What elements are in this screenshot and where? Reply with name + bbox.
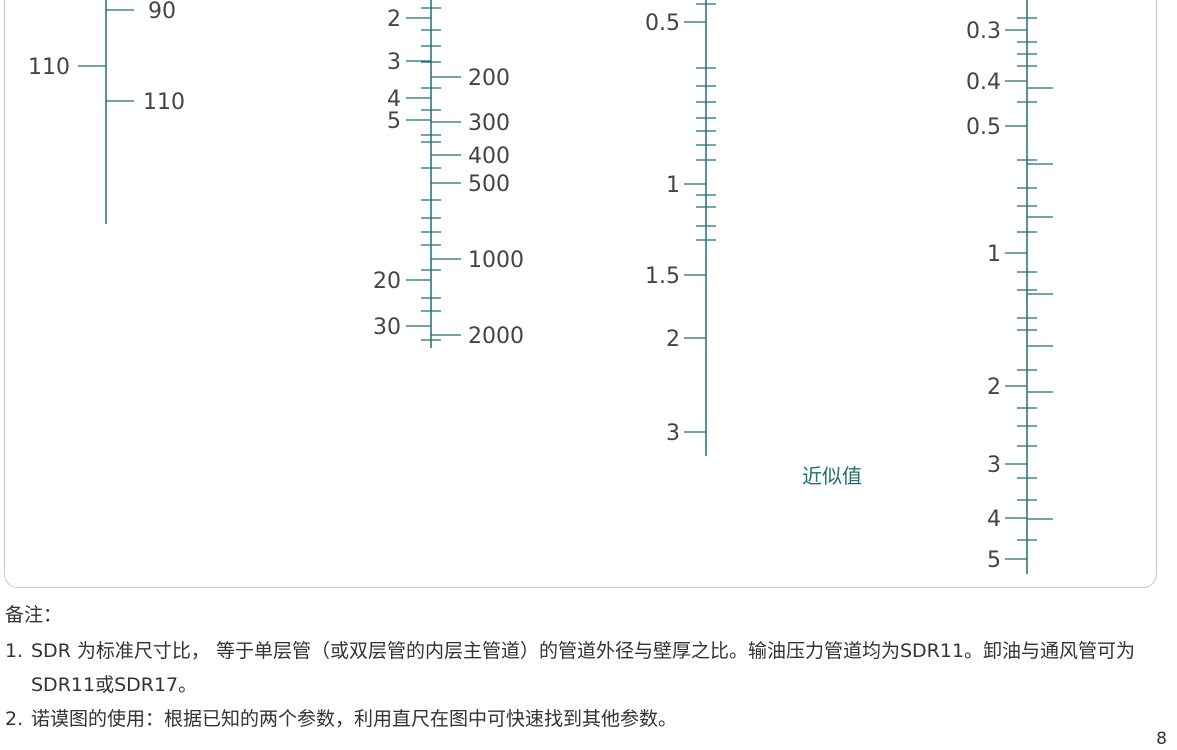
note-text: SDR 为标准尺寸比， 等于单层管（或双层管的内层主管道）的管道外径与壁厚之比。…	[31, 640, 1136, 696]
nomogram-chart: 110 90 110 2 3 4 5 20 30 200 300 400 500 1000 2000 0.5 1…	[28, 0, 1053, 574]
tick-label: 90	[148, 0, 176, 24]
page-number: 8	[1156, 729, 1167, 749]
tick-label: 2	[666, 327, 680, 352]
tick-label: 2000	[468, 324, 524, 349]
tick-label: 20	[373, 269, 401, 294]
tick-label: 1	[987, 242, 1001, 267]
tick-label: 5	[387, 109, 401, 134]
tick-label: 30	[373, 315, 401, 340]
notes-title: 备注：	[5, 604, 63, 626]
tick-label: 4	[987, 507, 1001, 532]
approximate-value-annotation: 近似值	[802, 464, 862, 488]
tick-label: 1.5	[645, 264, 680, 289]
tick-label: 1	[666, 173, 680, 198]
tick-label: 3	[666, 421, 680, 446]
tick-label: 1000	[468, 248, 524, 273]
tick-label: 200	[468, 66, 510, 91]
tick-label: 0.4	[966, 70, 1001, 95]
tick-label: 0.3	[966, 19, 1001, 44]
tick-label: 300	[468, 111, 510, 136]
note-number: 1.	[5, 640, 24, 662]
tick-label: 0.5	[966, 115, 1001, 140]
note-number: 2.	[5, 708, 24, 730]
note-text: 诺谟图的使用：根据已知的两个参数，利用直尺在图中可快速找到其他参数。	[31, 708, 678, 730]
tick-label: 2	[987, 375, 1001, 400]
tick-label: 500	[468, 172, 510, 197]
tick-label: 3	[987, 453, 1001, 478]
tick-label: 400	[468, 144, 510, 169]
tick-label: 110	[143, 90, 185, 115]
tick-label: 0.5	[645, 11, 680, 36]
tick-label: 110	[28, 55, 70, 80]
tick-label: 5	[987, 548, 1001, 573]
tick-label: 2	[387, 7, 401, 32]
tick-label: 3	[387, 50, 401, 75]
